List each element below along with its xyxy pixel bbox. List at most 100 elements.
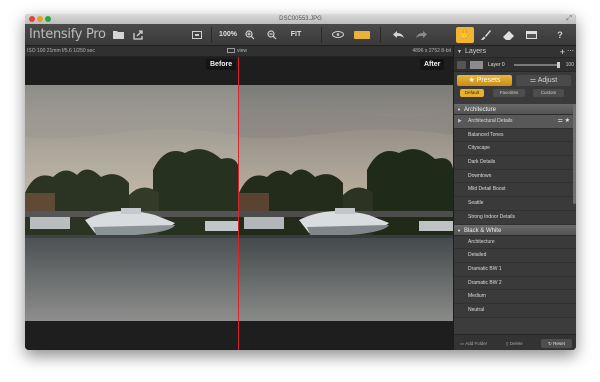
preset-item[interactable]: Mild Detail Boost <box>454 183 576 198</box>
edit-preset-icon[interactable]: ⚌ <box>558 118 563 124</box>
tab-presets-label: Presets <box>476 77 501 84</box>
preset-group-header[interactable]: ▼ Architecture <box>454 104 576 115</box>
layer-name: Layer 0 <box>488 62 505 68</box>
preset-list-scrollbar[interactable] <box>573 104 576 204</box>
zoom-level-button[interactable]: 100% <box>218 28 238 42</box>
after-image <box>239 85 453 321</box>
split-compare-toggle[interactable] <box>354 31 370 39</box>
redo-button[interactable] <box>414 28 428 42</box>
layer-visibility-icon[interactable] <box>457 61 466 69</box>
disclosure-arrow-icon: ▼ <box>457 227 461 233</box>
panel-icon <box>525 31 537 39</box>
sliders-icon: ⚌ <box>529 77 538 84</box>
toolbar: Intensify Pro 100% FIT ✋ ? <box>25 24 576 46</box>
redo-icon <box>415 31 427 38</box>
reset-button[interactable]: ↻ Reset <box>541 339 572 348</box>
layer-row[interactable]: Layer 0 100 <box>454 58 576 72</box>
view-icon <box>227 48 235 53</box>
preset-item[interactable]: Cityscape <box>454 142 576 157</box>
brush-icon <box>481 30 491 40</box>
subtab-custom[interactable]: Custom <box>533 89 564 97</box>
image-dimensions: 4896 x 2752 8-bit <box>412 48 451 54</box>
folder-icon <box>112 31 124 39</box>
preset-item[interactable]: Strong Indoor Details <box>454 210 576 225</box>
tab-adjust[interactable]: ⚌ Adjust <box>516 75 571 86</box>
layers-header[interactable]: ▼ Layers + ⋯ <box>454 46 576 58</box>
layer-thumbnail <box>470 61 483 69</box>
eye-icon <box>332 31 344 38</box>
app-title: Intensify Pro <box>29 27 106 42</box>
zoom-in-button[interactable] <box>244 28 256 42</box>
layer-opacity-slider[interactable] <box>514 64 558 66</box>
preview-toggle-button[interactable] <box>331 28 345 42</box>
zoom-in-icon <box>245 30 255 40</box>
image-canvas[interactable]: Before After <box>25 57 453 350</box>
preset-item[interactable]: ▶ Architectural Details ⚌ ★ <box>454 115 576 129</box>
disclosure-arrow-icon: ▼ <box>457 107 461 112</box>
subtab-favorites[interactable]: Favorites <box>493 89 525 97</box>
help-icon: ? <box>557 30 563 40</box>
panel-footer: ▭ Add Folder ▯ Delete ↻ Reset <box>454 334 576 350</box>
preset-item[interactable]: Balanced Tones <box>454 128 576 143</box>
after-label: After <box>420 59 445 70</box>
app-window: DSC00553.JPG ⤢ Intensify Pro 100% FIT ✋ … <box>25 14 576 350</box>
view-mode-button[interactable] <box>191 28 203 42</box>
preset-item[interactable]: Downtown <box>454 169 576 184</box>
preset-item[interactable]: Dramatic BW 2 <box>454 276 576 291</box>
favorite-star-icon[interactable]: ★ <box>565 118 570 124</box>
zoom-out-button[interactable] <box>266 28 278 42</box>
window-title: DSC00553.JPG <box>279 16 322 22</box>
share-icon <box>132 30 143 40</box>
layer-opacity-knob[interactable] <box>557 62 560 68</box>
undo-button[interactable] <box>391 28 405 42</box>
preset-item[interactable]: Neutral <box>454 303 576 318</box>
preset-group-header[interactable]: ▼ Black & White <box>454 224 576 236</box>
preset-item[interactable]: Seattle <box>454 197 576 211</box>
eraser-icon <box>502 31 514 40</box>
preset-item-label: Architectural Details <box>468 118 513 124</box>
add-folder-label: Add Folder <box>465 341 488 346</box>
panel-toggle-button[interactable] <box>525 28 537 42</box>
reset-label: Reset <box>553 341 565 346</box>
title-bar: DSC00553.JPG ⤢ <box>25 14 576 24</box>
share-button[interactable] <box>131 28 145 42</box>
open-folder-button[interactable] <box>111 28 125 42</box>
add-folder-button[interactable]: ▭ Add Folder <box>460 339 487 348</box>
panel-tabs: ★ Presets ⚌ Adjust Default Favorites Cus… <box>454 72 576 104</box>
preset-list[interactable]: ▼ Architecture ▶ Architectural Details ⚌ … <box>454 104 576 334</box>
brush-tool-button[interactable] <box>480 28 492 42</box>
disclosure-arrow-icon[interactable]: ▼ <box>457 46 462 58</box>
undo-icon <box>392 31 404 38</box>
layers-title: Layers <box>465 48 487 55</box>
preset-group-name: Black & White <box>463 227 502 234</box>
before-label: Before <box>206 59 237 70</box>
fit-button[interactable]: FIT <box>288 28 304 42</box>
preset-item[interactable]: Medium <box>454 290 576 304</box>
preset-item[interactable]: Architecture <box>454 235 576 250</box>
tab-presets[interactable]: ★ Presets <box>457 75 512 86</box>
help-button[interactable]: ? <box>555 28 565 42</box>
preset-group-name: Architecture <box>463 107 496 113</box>
delete-button[interactable]: ▯ Delete <box>506 339 523 348</box>
preset-item[interactable]: Detailed <box>454 249 576 263</box>
layer-options-icon[interactable]: ⋯ <box>567 46 574 58</box>
view-menu[interactable]: view <box>227 46 247 57</box>
split-divider-handle[interactable] <box>238 57 239 350</box>
view-label: view <box>237 48 248 54</box>
add-layer-button[interactable]: + <box>560 46 565 58</box>
preset-item[interactable]: Dark Details <box>454 156 576 170</box>
fullscreen-icon[interactable]: ⤢ <box>566 15 572 23</box>
subtab-default[interactable]: Default <box>460 89 484 97</box>
single-view-icon <box>192 31 202 39</box>
eraser-tool-button[interactable] <box>502 28 514 42</box>
layer-opacity-value: 100 <box>565 62 574 68</box>
before-image <box>25 85 239 321</box>
right-panel: ▼ Layers + ⋯ Layer 0 100 ★ Presets ⚌ Adj… <box>453 46 576 350</box>
delete-label: Delete <box>509 341 523 346</box>
preset-item[interactable]: Dramatic BW 1 <box>454 262 576 277</box>
hand-icon: ✋ <box>458 29 472 40</box>
star-icon: ★ <box>468 77 477 84</box>
play-arrow-icon: ▶ <box>458 118 462 124</box>
hand-tool-button[interactable]: ✋ <box>456 27 474 43</box>
image-info-bar: ISO 100 21mm f/5.6 1/250 sec view 4896 x… <box>25 46 453 57</box>
